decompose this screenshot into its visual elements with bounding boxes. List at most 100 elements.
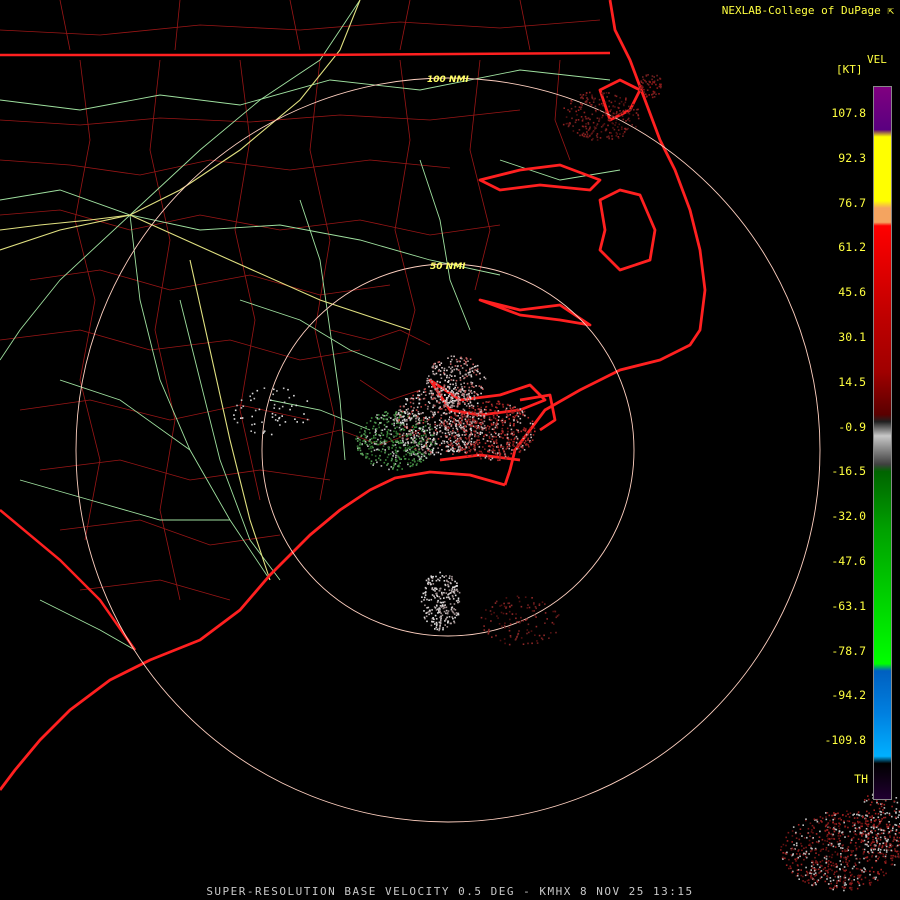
echo-pixel xyxy=(484,442,487,445)
echo-pixel xyxy=(830,861,832,863)
echo-pixel xyxy=(435,383,438,386)
echo-pixel xyxy=(816,880,819,882)
echo-pixel xyxy=(434,367,437,370)
echo-pixel xyxy=(397,412,400,414)
echo-pixel xyxy=(431,452,434,454)
echo-pixel xyxy=(607,119,610,122)
echo-pixel xyxy=(615,112,618,115)
echo-pixel xyxy=(430,576,433,578)
echo-pixel xyxy=(489,610,492,612)
echo-pixel xyxy=(416,453,418,456)
echo-pixel xyxy=(453,412,456,414)
echo-pixel xyxy=(824,867,826,869)
echo-pixel xyxy=(506,443,508,446)
echo-pixel xyxy=(447,404,449,406)
echo-pixel xyxy=(424,391,427,393)
echo-pixel xyxy=(488,451,490,453)
echo-pixel xyxy=(450,582,452,585)
echo-pixel xyxy=(890,854,892,857)
echo-pixel xyxy=(508,445,511,447)
echo-pixel xyxy=(845,861,847,863)
echo-pixel xyxy=(844,825,847,828)
echo-pixel xyxy=(817,841,820,844)
echo-pixel xyxy=(490,613,493,616)
echo-pixel xyxy=(394,415,397,418)
echo-pixel xyxy=(487,425,489,427)
radar-map[interactable]: 50 NMI 100 NMI xyxy=(0,0,900,900)
echo-pixel xyxy=(451,579,454,581)
echo-pixel xyxy=(870,881,873,884)
echo-pixel xyxy=(872,839,874,841)
echo-pixel xyxy=(412,425,414,427)
echo-pixel xyxy=(473,433,476,436)
echo-pixel xyxy=(447,612,449,614)
echo-pixel xyxy=(479,372,481,375)
echo-pixel xyxy=(251,392,254,395)
echo-pixel xyxy=(439,610,441,612)
echo-pixel xyxy=(393,424,395,427)
echo-pixel xyxy=(468,437,470,439)
echo-pixel xyxy=(425,591,427,593)
echo-pixel xyxy=(832,845,835,848)
echo-pixel xyxy=(845,858,847,861)
echo-pixel xyxy=(601,102,603,105)
echo-pixel xyxy=(527,623,530,626)
echo-pixel xyxy=(430,443,432,446)
echo-pixel xyxy=(495,452,497,455)
echo-pixel xyxy=(449,363,452,365)
echo-pixel xyxy=(418,394,421,397)
echo-pixel xyxy=(463,363,466,365)
echo-pixel xyxy=(794,858,796,861)
echo-pixel xyxy=(254,431,256,434)
echo-pixel xyxy=(526,632,528,635)
echo-pixel xyxy=(377,443,380,446)
echo-pixel xyxy=(509,636,512,638)
echo-pixel xyxy=(882,855,885,858)
echo-pixel xyxy=(651,96,654,99)
echo-pixel xyxy=(472,367,474,369)
echo-pixel xyxy=(448,418,450,421)
echo-pixel xyxy=(659,77,661,80)
echo-pixel xyxy=(476,369,478,372)
echo-pixel xyxy=(862,840,865,843)
echo-pixel xyxy=(552,610,554,613)
echo-pixel xyxy=(461,416,464,418)
echo-pixel xyxy=(541,601,544,603)
echo-pixel xyxy=(518,447,520,450)
echo-pixel xyxy=(388,448,390,450)
echo-pixel xyxy=(466,421,468,424)
echo-pixel xyxy=(883,849,886,851)
echo-pixel xyxy=(417,412,420,415)
echo-pixel xyxy=(643,91,645,93)
echo-pixel xyxy=(469,401,472,404)
echo-pixel xyxy=(519,440,522,443)
echo-pixel xyxy=(897,840,900,843)
echo-pixel xyxy=(844,850,846,853)
echo-pixel xyxy=(429,453,432,455)
echo-pixel xyxy=(885,845,888,848)
echo-pixel xyxy=(412,453,415,455)
echo-pixel xyxy=(440,435,442,438)
echo-pixel xyxy=(826,835,828,837)
echo-pixel xyxy=(888,812,891,815)
echo-pixel xyxy=(527,437,529,440)
echo-pixel xyxy=(447,402,449,404)
echo-pixel xyxy=(444,405,446,407)
echo-pixel xyxy=(521,446,523,449)
echo-pixel xyxy=(436,605,438,607)
echo-pixel xyxy=(619,97,621,99)
echo-pixel xyxy=(438,424,441,426)
echo-pixel xyxy=(463,359,466,362)
echo-pixel xyxy=(621,115,624,117)
echo-pixel xyxy=(373,441,375,443)
echo-pixel xyxy=(401,468,403,470)
echo-pixel xyxy=(426,441,429,443)
echo-pixel xyxy=(530,431,532,433)
echo-pixel xyxy=(458,412,461,414)
echo-pixel xyxy=(898,856,900,859)
echo-pixel xyxy=(481,432,483,434)
echo-pixel xyxy=(838,827,841,830)
echo-pixel xyxy=(870,819,872,821)
echo-pixel xyxy=(436,380,439,383)
echo-pixel xyxy=(876,835,879,837)
